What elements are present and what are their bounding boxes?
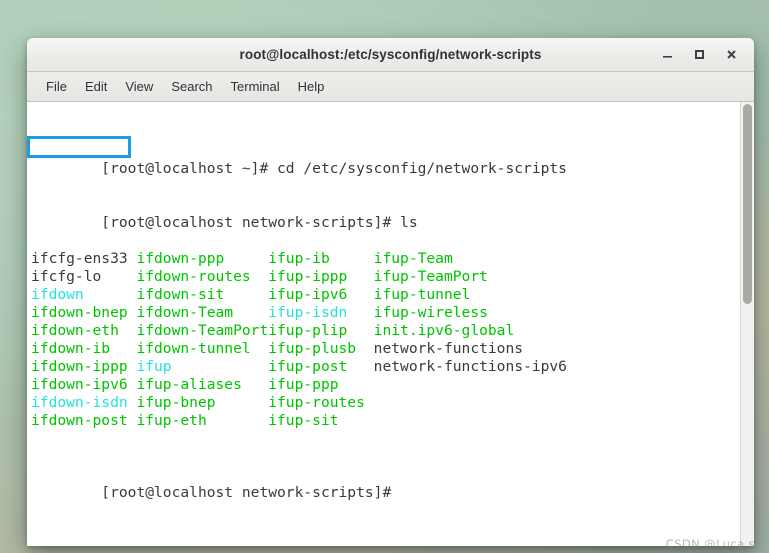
ls-entry: ifup-ippp — [268, 268, 374, 285]
ls-entry: ifdown-bnep — [31, 304, 137, 321]
ls-entry: ifup-ppp — [268, 376, 374, 393]
ls-entry: ifdown-Team — [136, 304, 269, 321]
ls-entry: ifup-isdn — [268, 304, 374, 321]
ls-entry: ifup-bnep — [136, 394, 269, 411]
ls-output: ifcfg-ens33 ifdown-ppp ifup-ib ifup-Team… — [31, 250, 740, 430]
ls-row: ifcfg-lo ifdown-routes ifup-ippp ifup-Te… — [31, 268, 740, 286]
ls-entry: ifup-plip — [268, 322, 374, 339]
ls-entry: ifup-tunnel — [373, 286, 471, 303]
ls-entry: ifcfg-lo — [31, 268, 137, 285]
close-icon[interactable] — [716, 40, 746, 70]
ls-entry: network-functions — [373, 340, 524, 357]
ls-row: ifcfg-ens33 ifdown-ppp ifup-ib ifup-Team — [31, 250, 740, 268]
cursor — [391, 484, 400, 501]
ls-entry: ifdown-ipv6 — [31, 376, 137, 393]
prompt-line-3: [root@localhost network-scripts]# — [101, 484, 392, 501]
ls-row: ifdown-isdn ifup-bnep ifup-routes — [31, 394, 740, 412]
ls-entry: ifup-TeamPort — [373, 268, 488, 285]
terminal-screen[interactable]: [root@localhost ~]# cd /etc/sysconfig/ne… — [27, 102, 740, 546]
ls-entry: ifup-plusb — [268, 340, 374, 357]
ls-entry: ifup-ib — [268, 250, 374, 267]
terminal-scrollbar[interactable] — [740, 102, 754, 546]
ls-entry: ifdown-eth — [31, 322, 137, 339]
ls-entry: ifup-post — [268, 358, 374, 375]
maximize-icon[interactable] — [684, 40, 714, 70]
ls-row: ifdown-ippp ifup ifup-post network-funct… — [31, 358, 740, 376]
menu-item-edit[interactable]: Edit — [76, 76, 116, 97]
ls-entry: ifup-Team — [373, 250, 453, 267]
ls-row: ifdown-eth ifdown-TeamPortifup-plip init… — [31, 322, 740, 340]
window-title: root@localhost:/etc/sysconfig/network-sc… — [239, 47, 542, 62]
ls-entry: ifup — [136, 358, 269, 375]
terminal-line-prompt-3: [root@localhost network-scripts]# — [31, 466, 740, 501]
ls-entry: ifcfg-ens33 — [31, 250, 137, 267]
menu-bar: File Edit View Search Terminal Help — [27, 72, 754, 102]
ls-entry: ifup-sit — [268, 412, 374, 429]
ls-entry: network-functions-ipv6 — [373, 358, 567, 375]
ls-entry: ifup-ipv6 — [268, 286, 374, 303]
ls-entry: ifup-routes — [268, 394, 374, 411]
ls-row: ifdown-bnep ifdown-Team ifup-isdn ifup-w… — [31, 304, 740, 322]
ls-entry: ifdown-isdn — [31, 394, 137, 411]
watermark: CSDN @Luca s — [665, 537, 755, 551]
ls-entry: ifdown-ib — [31, 340, 137, 357]
menu-item-search[interactable]: Search — [162, 76, 221, 97]
ls-entry: ifdown-tunnel — [136, 340, 269, 357]
ls-entry: ifdown-post — [31, 412, 137, 429]
ls-entry: ifdown-TeamPort — [136, 322, 269, 339]
terminal-body[interactable]: [root@localhost ~]# cd /etc/sysconfig/ne… — [27, 102, 754, 546]
ls-row: ifdown-ib ifdown-tunnel ifup-plusb netwo… — [31, 340, 740, 358]
terminal-line-prompt-2: [root@localhost network-scripts]# ls — [31, 196, 740, 231]
terminal-window[interactable]: root@localhost:/etc/sysconfig/network-sc… — [27, 38, 754, 546]
terminal-scrollbar-thumb[interactable] — [743, 104, 752, 304]
menu-item-terminal[interactable]: Terminal — [222, 76, 289, 97]
ls-entry: ifdown — [31, 286, 137, 303]
title-bar[interactable]: root@localhost:/etc/sysconfig/network-sc… — [27, 38, 754, 72]
menu-item-view[interactable]: View — [116, 76, 162, 97]
ls-entry: ifup-aliases — [136, 376, 269, 393]
ls-row: ifdown-ipv6 ifup-aliases ifup-ppp — [31, 376, 740, 394]
ls-entry: ifdown-ippp — [31, 358, 137, 375]
ls-row: ifdown ifdown-sit ifup-ipv6 ifup-tunnel — [31, 286, 740, 304]
ls-entry: ifdown-sit — [136, 286, 269, 303]
ls-entry: ifup-eth — [136, 412, 269, 429]
ls-entry: ifdown-routes — [136, 268, 269, 285]
prompt-line-1: [root@localhost ~]# cd /etc/sysconfig/ne… — [101, 160, 567, 177]
minimize-icon[interactable] — [652, 40, 682, 70]
terminal-line-prompt-1: [root@localhost ~]# cd /etc/sysconfig/ne… — [31, 142, 740, 177]
ls-entry: init.ipv6-global — [373, 322, 515, 339]
menu-item-help[interactable]: Help — [289, 76, 334, 97]
menu-item-file[interactable]: File — [37, 76, 76, 97]
prompt-line-2: [root@localhost network-scripts]# ls — [101, 214, 418, 231]
window-controls — [652, 38, 746, 71]
ls-entry: ifup-wireless — [373, 304, 488, 321]
ls-entry: ifdown-ppp — [136, 250, 269, 267]
ls-row: ifdown-post ifup-eth ifup-sit — [31, 412, 740, 430]
